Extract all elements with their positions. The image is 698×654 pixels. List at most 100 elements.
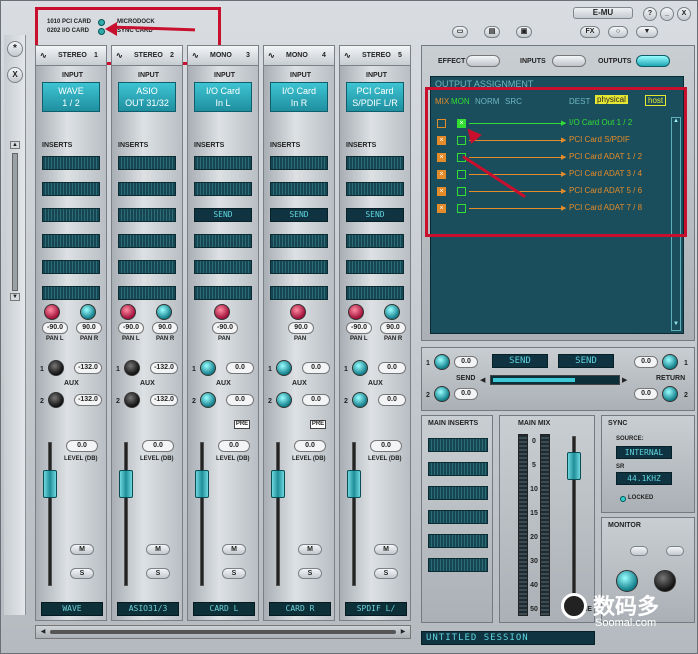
send-scroll-left-icon[interactable]: ◀	[480, 376, 488, 386]
new-session-icon[interactable]: ▭	[452, 26, 468, 38]
x-tool-button[interactable]: X	[7, 67, 23, 83]
effect-tab-button[interactable]	[466, 55, 500, 67]
main-insert-slot[interactable]	[428, 462, 488, 476]
insert-send-slot[interactable]: SEND	[270, 208, 328, 222]
channel-fader-cap[interactable]	[195, 470, 209, 498]
solo-button[interactable]: S	[222, 568, 246, 579]
input-source-display[interactable]: PCI Card S/PDIF L/R	[346, 82, 404, 112]
strip-name[interactable]: SPDIF L/	[345, 602, 407, 616]
aux-2-value[interactable]: 0.0	[302, 394, 330, 406]
pan-left-knob[interactable]	[44, 304, 60, 320]
aux-2-value[interactable]: -132.0	[74, 394, 102, 406]
aux-1-value[interactable]: 0.0	[378, 362, 406, 374]
aux-2-knob[interactable]	[276, 392, 292, 408]
routing-scroll-down-icon[interactable]: ▼	[672, 321, 680, 330]
aux-1-knob[interactable]	[276, 360, 292, 376]
send-box-2[interactable]: SEND	[558, 354, 614, 368]
insert-slot[interactable]	[42, 260, 100, 274]
insert-slot[interactable]	[42, 208, 100, 222]
pan-left-value[interactable]: -90.0	[42, 322, 68, 334]
input-source-display[interactable]: ASIO OUT 31/32	[118, 82, 176, 112]
aux-2-knob[interactable]	[200, 392, 216, 408]
channel-fader-track[interactable]	[352, 442, 356, 586]
mute-button[interactable]: M	[70, 544, 94, 555]
return-2-knob[interactable]	[662, 386, 678, 402]
insert-slot[interactable]	[346, 234, 404, 248]
insert-slot[interactable]	[118, 286, 176, 300]
pan-right-value[interactable]: 90.0	[76, 322, 102, 334]
asterisk-tool-button[interactable]: *	[7, 41, 23, 57]
fx-button[interactable]: FX	[580, 26, 600, 38]
main-fader-cap[interactable]	[567, 452, 581, 480]
level-value[interactable]: 0.0	[370, 440, 402, 452]
insert-slot[interactable]	[194, 286, 252, 300]
pan-left-knob[interactable]	[120, 304, 136, 320]
insert-slot[interactable]	[42, 234, 100, 248]
menu-dropdown-icon[interactable]: ▼	[636, 26, 658, 38]
hscroll-right-icon[interactable]: ▶	[398, 628, 408, 636]
aux-1-knob[interactable]	[200, 360, 216, 376]
insert-slot[interactable]	[270, 260, 328, 274]
solo-button[interactable]: S	[70, 568, 94, 579]
input-source-display[interactable]: I/O Card In L	[194, 82, 252, 112]
monitor-toggle-button[interactable]	[630, 546, 648, 556]
send-1-knob[interactable]	[434, 354, 450, 370]
insert-send-slot[interactable]: SEND	[194, 208, 252, 222]
pan-right-knob[interactable]	[156, 304, 172, 320]
insert-slot[interactable]	[270, 286, 328, 300]
insert-slot[interactable]	[118, 182, 176, 196]
mute-button[interactable]: M	[298, 544, 322, 555]
insert-slot[interactable]	[118, 234, 176, 248]
aux-1-value[interactable]: 0.0	[302, 362, 330, 374]
solo-button[interactable]: S	[298, 568, 322, 579]
solo-button[interactable]: S	[146, 568, 170, 579]
channel-fader-cap[interactable]	[119, 470, 133, 498]
return-2-value[interactable]: 0.0	[634, 388, 658, 400]
hscroll-thumb[interactable]	[50, 630, 396, 634]
pan-right-knob[interactable]	[80, 304, 96, 320]
insert-slot[interactable]	[118, 208, 176, 222]
insert-slot[interactable]	[118, 156, 176, 170]
aux-1-knob[interactable]	[352, 360, 368, 376]
insert-slot[interactable]	[346, 156, 404, 170]
send-box-1[interactable]: SEND	[492, 354, 548, 368]
channel-fader-track[interactable]	[200, 442, 204, 586]
insert-send-slot[interactable]: SEND	[346, 208, 404, 222]
return-1-knob[interactable]	[662, 354, 678, 370]
aux-1-knob[interactable]	[48, 360, 64, 376]
insert-slot[interactable]	[118, 260, 176, 274]
insert-slot[interactable]	[270, 234, 328, 248]
channel-fader-cap[interactable]	[271, 470, 285, 498]
level-value[interactable]: 0.0	[294, 440, 326, 452]
strip-name[interactable]: CARD L	[193, 602, 255, 616]
pan-left-value[interactable]: -90.0	[118, 322, 144, 334]
pan-left-knob[interactable]	[348, 304, 364, 320]
aux-2-knob[interactable]	[352, 392, 368, 408]
level-value[interactable]: 0.0	[66, 440, 98, 452]
send-1-value[interactable]: 0.0	[454, 356, 478, 368]
mute-button[interactable]: M	[222, 544, 246, 555]
aux-2-value[interactable]: -132.0	[150, 394, 178, 406]
pan-left-value[interactable]: -90.0	[346, 322, 372, 334]
channel-fader-track[interactable]	[48, 442, 52, 586]
strip-scroll-down-icon[interactable]: ▼	[10, 293, 20, 301]
input-source-display[interactable]: WAVE 1 / 2	[42, 82, 100, 112]
main-insert-slot[interactable]	[428, 510, 488, 524]
pan-left-knob[interactable]	[214, 304, 230, 320]
strip-name[interactable]: CARD R	[269, 602, 331, 616]
insert-slot[interactable]	[42, 156, 100, 170]
mute-button[interactable]: M	[146, 544, 170, 555]
outputs-tab-button[interactable]	[636, 55, 670, 67]
aux-1-value[interactable]: -132.0	[74, 362, 102, 374]
sync-source-value[interactable]: INTERNAL	[616, 446, 672, 459]
main-insert-slot[interactable]	[428, 438, 488, 452]
monitor-mute-button[interactable]	[666, 546, 684, 556]
pre-button[interactable]: PRE	[310, 420, 326, 429]
pan-right-knob[interactable]	[384, 304, 400, 320]
main-insert-slot[interactable]	[428, 534, 488, 548]
aux-1-value[interactable]: -132.0	[150, 362, 178, 374]
insert-slot[interactable]	[346, 286, 404, 300]
insert-slot[interactable]	[194, 260, 252, 274]
send-scroll-right-icon[interactable]: ▶	[622, 376, 630, 386]
mute-button[interactable]: M	[374, 544, 398, 555]
